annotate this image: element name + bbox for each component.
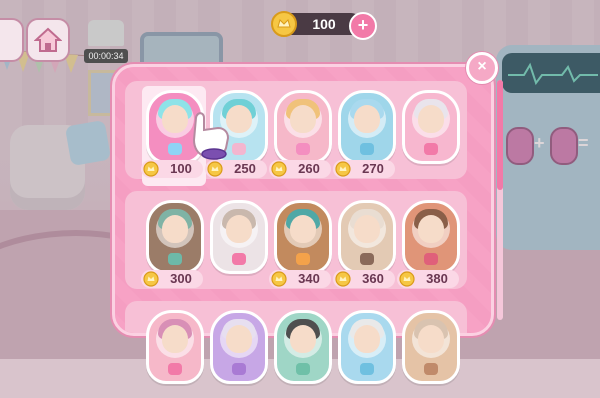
character-face [290, 105, 316, 133]
tap-hand-icon [192, 112, 230, 160]
price-value: 260 [298, 161, 320, 176]
character-capsule [402, 200, 460, 274]
character-face [418, 105, 444, 133]
price-value: 360 [362, 271, 384, 286]
price-tag: 380 [397, 270, 459, 288]
timer-label: 00:00:34 [84, 49, 128, 63]
coin-icon [271, 161, 287, 177]
character-face [290, 215, 316, 243]
capsule-badge-icon [360, 253, 374, 265]
character-face [354, 325, 380, 353]
character-capsule [274, 90, 332, 164]
capsule-badge-icon [168, 363, 182, 375]
shop-item-card[interactable] [206, 306, 268, 398]
character-face [226, 325, 252, 353]
left-menu-button[interactable] [0, 18, 24, 62]
capsule-badge-icon [296, 253, 310, 265]
price-value: 340 [298, 271, 320, 286]
scrollbar-thumb[interactable] [497, 80, 503, 190]
shop-item-card[interactable]: 340 [269, 196, 332, 288]
capsule-badge-icon [360, 363, 374, 375]
close-button[interactable]: × [466, 52, 498, 84]
price-tag: 260 [269, 160, 331, 178]
character-capsule [274, 310, 332, 384]
shop-item-card[interactable]: 360 [333, 196, 396, 288]
coin-balance-value: 100 [312, 16, 336, 32]
price-tag: 100 [141, 160, 203, 178]
coin-icon [399, 271, 415, 287]
character-capsule [146, 310, 204, 384]
shop-item-card[interactable] [270, 306, 332, 398]
character-face [290, 325, 316, 353]
shop-item-card[interactable] [334, 306, 396, 398]
coin-icon [143, 161, 159, 177]
price-value: 250 [234, 161, 256, 176]
gift-pile-icon [88, 20, 124, 46]
capsule-badge-icon [296, 143, 310, 155]
coin-icon [335, 271, 351, 287]
character-face [354, 215, 380, 243]
shop-item-card[interactable]: 270 [333, 86, 396, 178]
character-capsule [274, 200, 332, 274]
shop-item-card[interactable] [206, 196, 268, 288]
capsule-badge-icon [168, 253, 182, 265]
capsule-badge-icon [168, 143, 182, 155]
coin-icon [335, 161, 351, 177]
price-tag: 250 [205, 160, 267, 178]
character-capsule [210, 200, 268, 274]
character-face [162, 325, 188, 353]
capsule-badge-icon [232, 363, 246, 375]
character-face [418, 325, 444, 353]
character-face [354, 105, 380, 133]
shop-item-card[interactable]: 260 [269, 86, 332, 178]
shop-item-card[interactable] [142, 306, 204, 398]
coin-icon [271, 11, 297, 37]
price-tag: 340 [269, 270, 331, 288]
character-capsule [402, 90, 460, 164]
capsule-badge-icon [424, 143, 438, 155]
coin-icon [271, 271, 287, 287]
character-capsule [338, 90, 396, 164]
capsule-badge-icon [232, 253, 246, 265]
coin-icon [207, 161, 223, 177]
character-face [418, 215, 444, 243]
character-face [162, 215, 188, 243]
price-value: 380 [426, 271, 448, 286]
price-tag: 300 [141, 270, 203, 288]
character-capsule [402, 310, 460, 384]
character-face [226, 215, 252, 243]
character-capsule [146, 200, 204, 274]
character-capsule [338, 310, 396, 384]
home-icon [34, 27, 62, 52]
capsule-badge-icon [360, 143, 374, 155]
character-face [162, 105, 188, 133]
price-value: 270 [362, 161, 384, 176]
shop-item-card[interactable] [398, 86, 460, 178]
add-coins-button[interactable]: + [349, 12, 377, 40]
coin-icon [143, 271, 159, 287]
capsule-badge-icon [296, 363, 310, 375]
price-value: 100 [170, 161, 192, 176]
capsule-badge-icon [232, 143, 246, 155]
shop-item-card[interactable]: 300 [141, 196, 204, 288]
shop-item-card[interactable]: 380 [397, 196, 460, 288]
home-button[interactable] [26, 18, 70, 62]
character-capsule [338, 200, 396, 274]
price-tag: 270 [333, 160, 395, 178]
price-value: 300 [170, 271, 192, 286]
capsule-badge-icon [424, 363, 438, 375]
character-capsule [210, 310, 268, 384]
price-tag: 360 [333, 270, 395, 288]
capsule-badge-icon [424, 253, 438, 265]
shop-item-card[interactable] [398, 306, 460, 398]
